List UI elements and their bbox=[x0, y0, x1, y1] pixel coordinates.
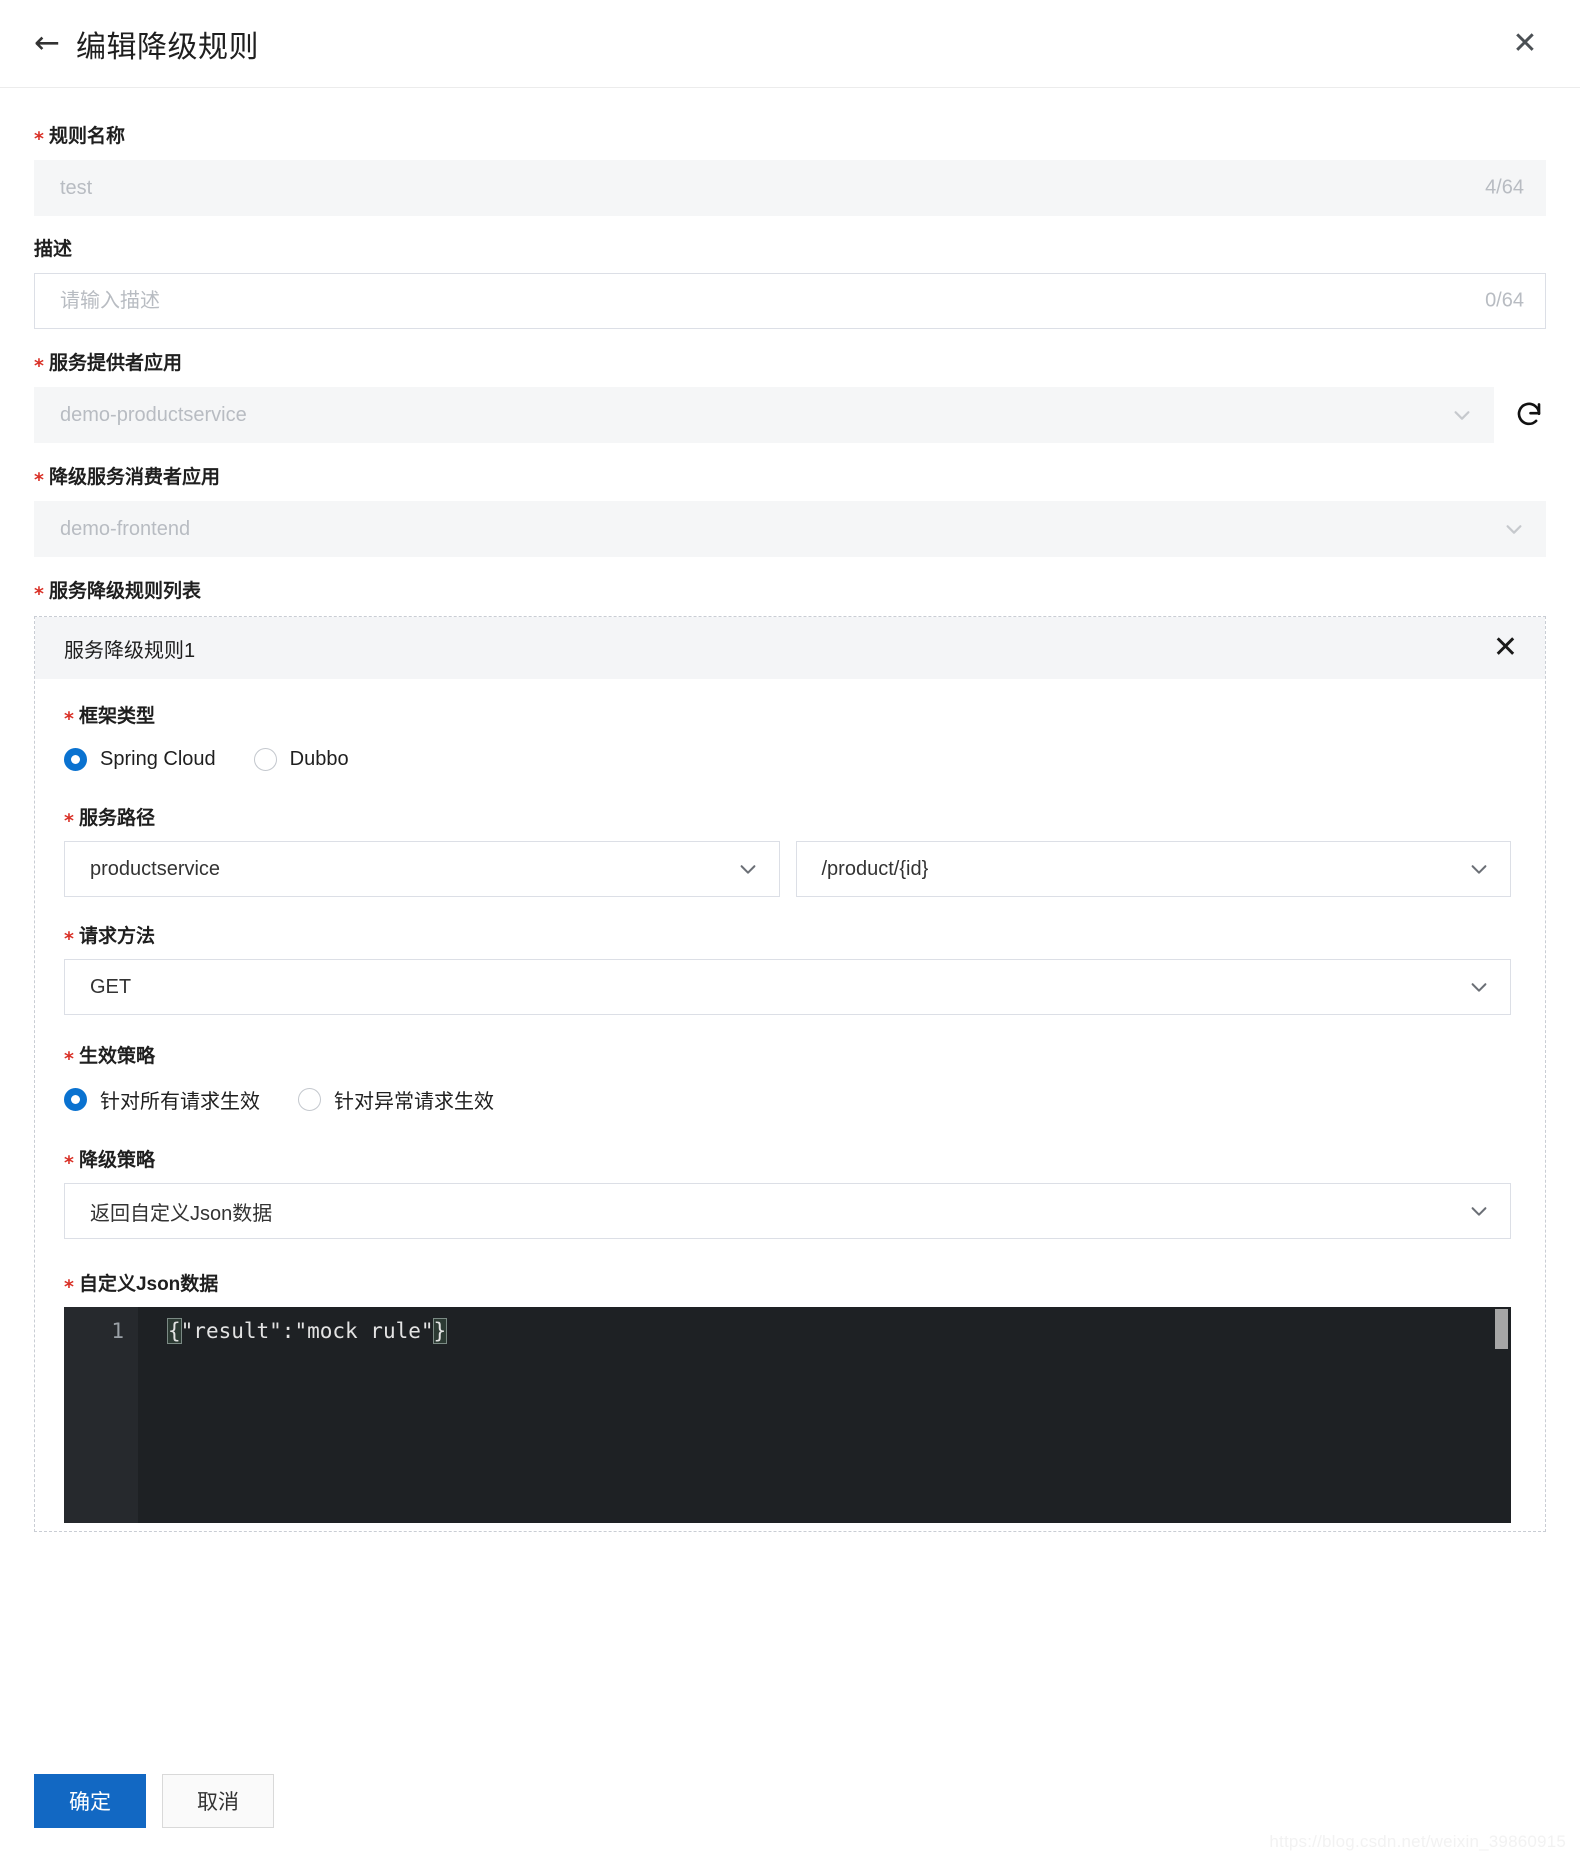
provider-app-value: demo-productservice bbox=[60, 403, 247, 426]
required-star-icon: * bbox=[34, 469, 44, 491]
consumer-app-select[interactable]: demo-frontend bbox=[34, 501, 1546, 557]
field-request-method: * 请求方法 GET bbox=[64, 921, 1511, 1015]
required-star-icon: * bbox=[64, 928, 74, 950]
editor-line-number: 1 bbox=[111, 1319, 124, 1343]
label-provider-app: * 服务提供者应用 bbox=[34, 353, 182, 377]
required-star-icon: * bbox=[34, 355, 44, 377]
required-star-icon: * bbox=[64, 708, 74, 730]
consumer-app-row: demo-frontend bbox=[34, 501, 1546, 557]
radio-label-spring-cloud: Spring Cloud bbox=[100, 747, 216, 770]
label-degrade-policy: * 降级策略 bbox=[64, 1150, 155, 1174]
json-code-editor[interactable]: 1 {"result":"mock rule"} bbox=[64, 1307, 1511, 1523]
request-method-value: GET bbox=[90, 975, 132, 998]
back-arrow-icon[interactable]: ← bbox=[34, 28, 60, 59]
consumer-app-value: demo-frontend bbox=[60, 517, 191, 540]
label-rule-list: * 服务降级规则列表 bbox=[34, 581, 201, 605]
request-method-row: GET bbox=[64, 959, 1511, 1015]
label-effective-policy: * 生效策略 bbox=[64, 1046, 155, 1070]
radio-all-requests[interactable]: 针对所有请求生效 bbox=[64, 1085, 260, 1114]
watermark: https://blog.csdn.net/weixin_39860915 bbox=[1269, 1832, 1566, 1851]
label-service-path: * 服务路径 bbox=[64, 808, 155, 832]
rule-card: 服务降级规则1 ✕ * 框架类型 Spring Cloud Dubbo * 服务… bbox=[34, 616, 1546, 1532]
degrade-policy-value: 返回自定义Json数据 bbox=[90, 1202, 273, 1225]
radio-dot-icon bbox=[298, 1087, 321, 1111]
required-star-icon: * bbox=[64, 1276, 74, 1298]
remove-rule-icon[interactable]: ✕ bbox=[1493, 633, 1518, 663]
rule-name-input[interactable] bbox=[34, 160, 1546, 216]
provider-app-row: demo-productservice bbox=[34, 387, 1546, 443]
confirm-button[interactable]: 确定 bbox=[34, 1774, 146, 1828]
radio-dot-icon bbox=[64, 747, 87, 771]
required-star-icon: * bbox=[64, 1152, 74, 1174]
rule-card-body: * 框架类型 Spring Cloud Dubbo * 服务路径 product… bbox=[35, 679, 1545, 1523]
radio-spring-cloud[interactable]: Spring Cloud bbox=[64, 747, 216, 771]
json-open-brace: { bbox=[167, 1318, 182, 1344]
form-body: *规则名称 4/64 描述 0/64 *服务提供者应用 demo-product… bbox=[0, 88, 1580, 1532]
service-name-value: productservice bbox=[90, 857, 221, 880]
degrade-policy-row: 返回自定义Json数据 bbox=[64, 1183, 1511, 1239]
close-icon[interactable]: ✕ bbox=[1508, 27, 1542, 61]
json-body: "result":"mock rule" bbox=[180, 1319, 434, 1343]
field-description: 描述 0/64 bbox=[34, 238, 1546, 329]
description-input-wrap: 0/64 bbox=[34, 273, 1546, 329]
chevron-down-icon bbox=[1468, 976, 1490, 998]
chevron-down-icon bbox=[1503, 518, 1525, 540]
service-name-select[interactable]: productservice bbox=[64, 841, 780, 897]
provider-app-select[interactable]: demo-productservice bbox=[34, 387, 1494, 443]
label-description: 描述 bbox=[34, 239, 73, 260]
editor-scrollbar-track[interactable] bbox=[1493, 1307, 1511, 1523]
field-custom-json: * 自定义Json数据 1 {"result":"mock rule"} bbox=[64, 1269, 1511, 1523]
label-request-method: * 请求方法 bbox=[64, 926, 155, 950]
field-framework-type: * 框架类型 Spring Cloud Dubbo bbox=[64, 701, 1511, 779]
label-custom-json: * 自定义Json数据 bbox=[64, 1274, 219, 1298]
label-rule-name: * 规则名称 bbox=[34, 126, 125, 150]
radio-dubbo[interactable]: Dubbo bbox=[253, 747, 349, 771]
radio-label-dubbo: Dubbo bbox=[289, 747, 349, 770]
label-consumer-app: * 降级服务消费者应用 bbox=[34, 467, 220, 491]
service-uri-select[interactable]: /product/{id} bbox=[795, 841, 1511, 897]
footer-actions: 确定 取消 bbox=[0, 1774, 1580, 1866]
radio-label-all-requests: 针对所有请求生效 bbox=[100, 1090, 260, 1113]
refresh-icon[interactable] bbox=[1512, 398, 1546, 432]
chevron-down-icon bbox=[1468, 1200, 1490, 1222]
label-framework-type: * 框架类型 bbox=[64, 706, 155, 730]
chevron-down-icon bbox=[1468, 858, 1490, 880]
radio-dot-icon bbox=[253, 747, 277, 771]
editor-code-line: {"result":"mock rule"} bbox=[167, 1316, 448, 1346]
required-star-icon: * bbox=[64, 1048, 74, 1070]
editor-scrollbar-thumb[interactable] bbox=[1495, 1309, 1508, 1349]
rule-card-title: 服务降级规则1 bbox=[64, 639, 196, 662]
rule-name-input-wrap: 4/64 bbox=[34, 160, 1546, 216]
radio-exception-requests[interactable]: 针对异常请求生效 bbox=[298, 1085, 494, 1114]
degrade-policy-select[interactable]: 返回自定义Json数据 bbox=[64, 1183, 1511, 1239]
field-effective-policy: * 生效策略 针对所有请求生效 针对异常请求生效 bbox=[64, 1041, 1511, 1119]
field-provider-app: * 服务提供者应用 demo-productservice bbox=[34, 351, 1546, 443]
required-star-icon: * bbox=[64, 810, 74, 832]
radio-label-exception-requests: 针对异常请求生效 bbox=[334, 1090, 494, 1113]
required-star-icon: * bbox=[34, 583, 44, 605]
framework-type-radio-group: Spring Cloud Dubbo bbox=[64, 739, 1511, 779]
effective-policy-radio-group: 针对所有请求生效 针对异常请求生效 bbox=[64, 1079, 1511, 1119]
chevron-down-icon bbox=[1451, 404, 1473, 426]
rule-card-header: 服务降级规则1 ✕ bbox=[35, 617, 1545, 679]
field-rule-name: *规则名称 4/64 bbox=[34, 124, 1546, 216]
json-close-brace: } bbox=[432, 1318, 448, 1344]
field-consumer-app: * 降级服务消费者应用 demo-frontend bbox=[34, 465, 1546, 557]
page-title: 编辑降级规则 bbox=[75, 30, 259, 64]
field-rule-list: *服务降级规则列表 服务降级规则1 ✕ *框架类型 Spring Cloud bbox=[34, 579, 1546, 1532]
chevron-down-icon bbox=[737, 858, 759, 880]
field-service-path: * 服务路径 productservice /product/{id} bbox=[64, 803, 1511, 897]
required-star-icon: * bbox=[34, 128, 44, 150]
service-uri-value: /product/{id} bbox=[821, 857, 929, 880]
page-header: ← 编辑降级规则 ✕ bbox=[0, 0, 1580, 88]
service-path-row: productservice /product/{id} bbox=[64, 841, 1511, 897]
cancel-button[interactable]: 取消 bbox=[162, 1774, 274, 1828]
description-input[interactable] bbox=[34, 273, 1546, 329]
request-method-select[interactable]: GET bbox=[64, 959, 1511, 1015]
field-degrade-policy: * 降级策略 返回自定义Json数据 bbox=[64, 1145, 1511, 1239]
radio-dot-icon bbox=[64, 1087, 87, 1111]
